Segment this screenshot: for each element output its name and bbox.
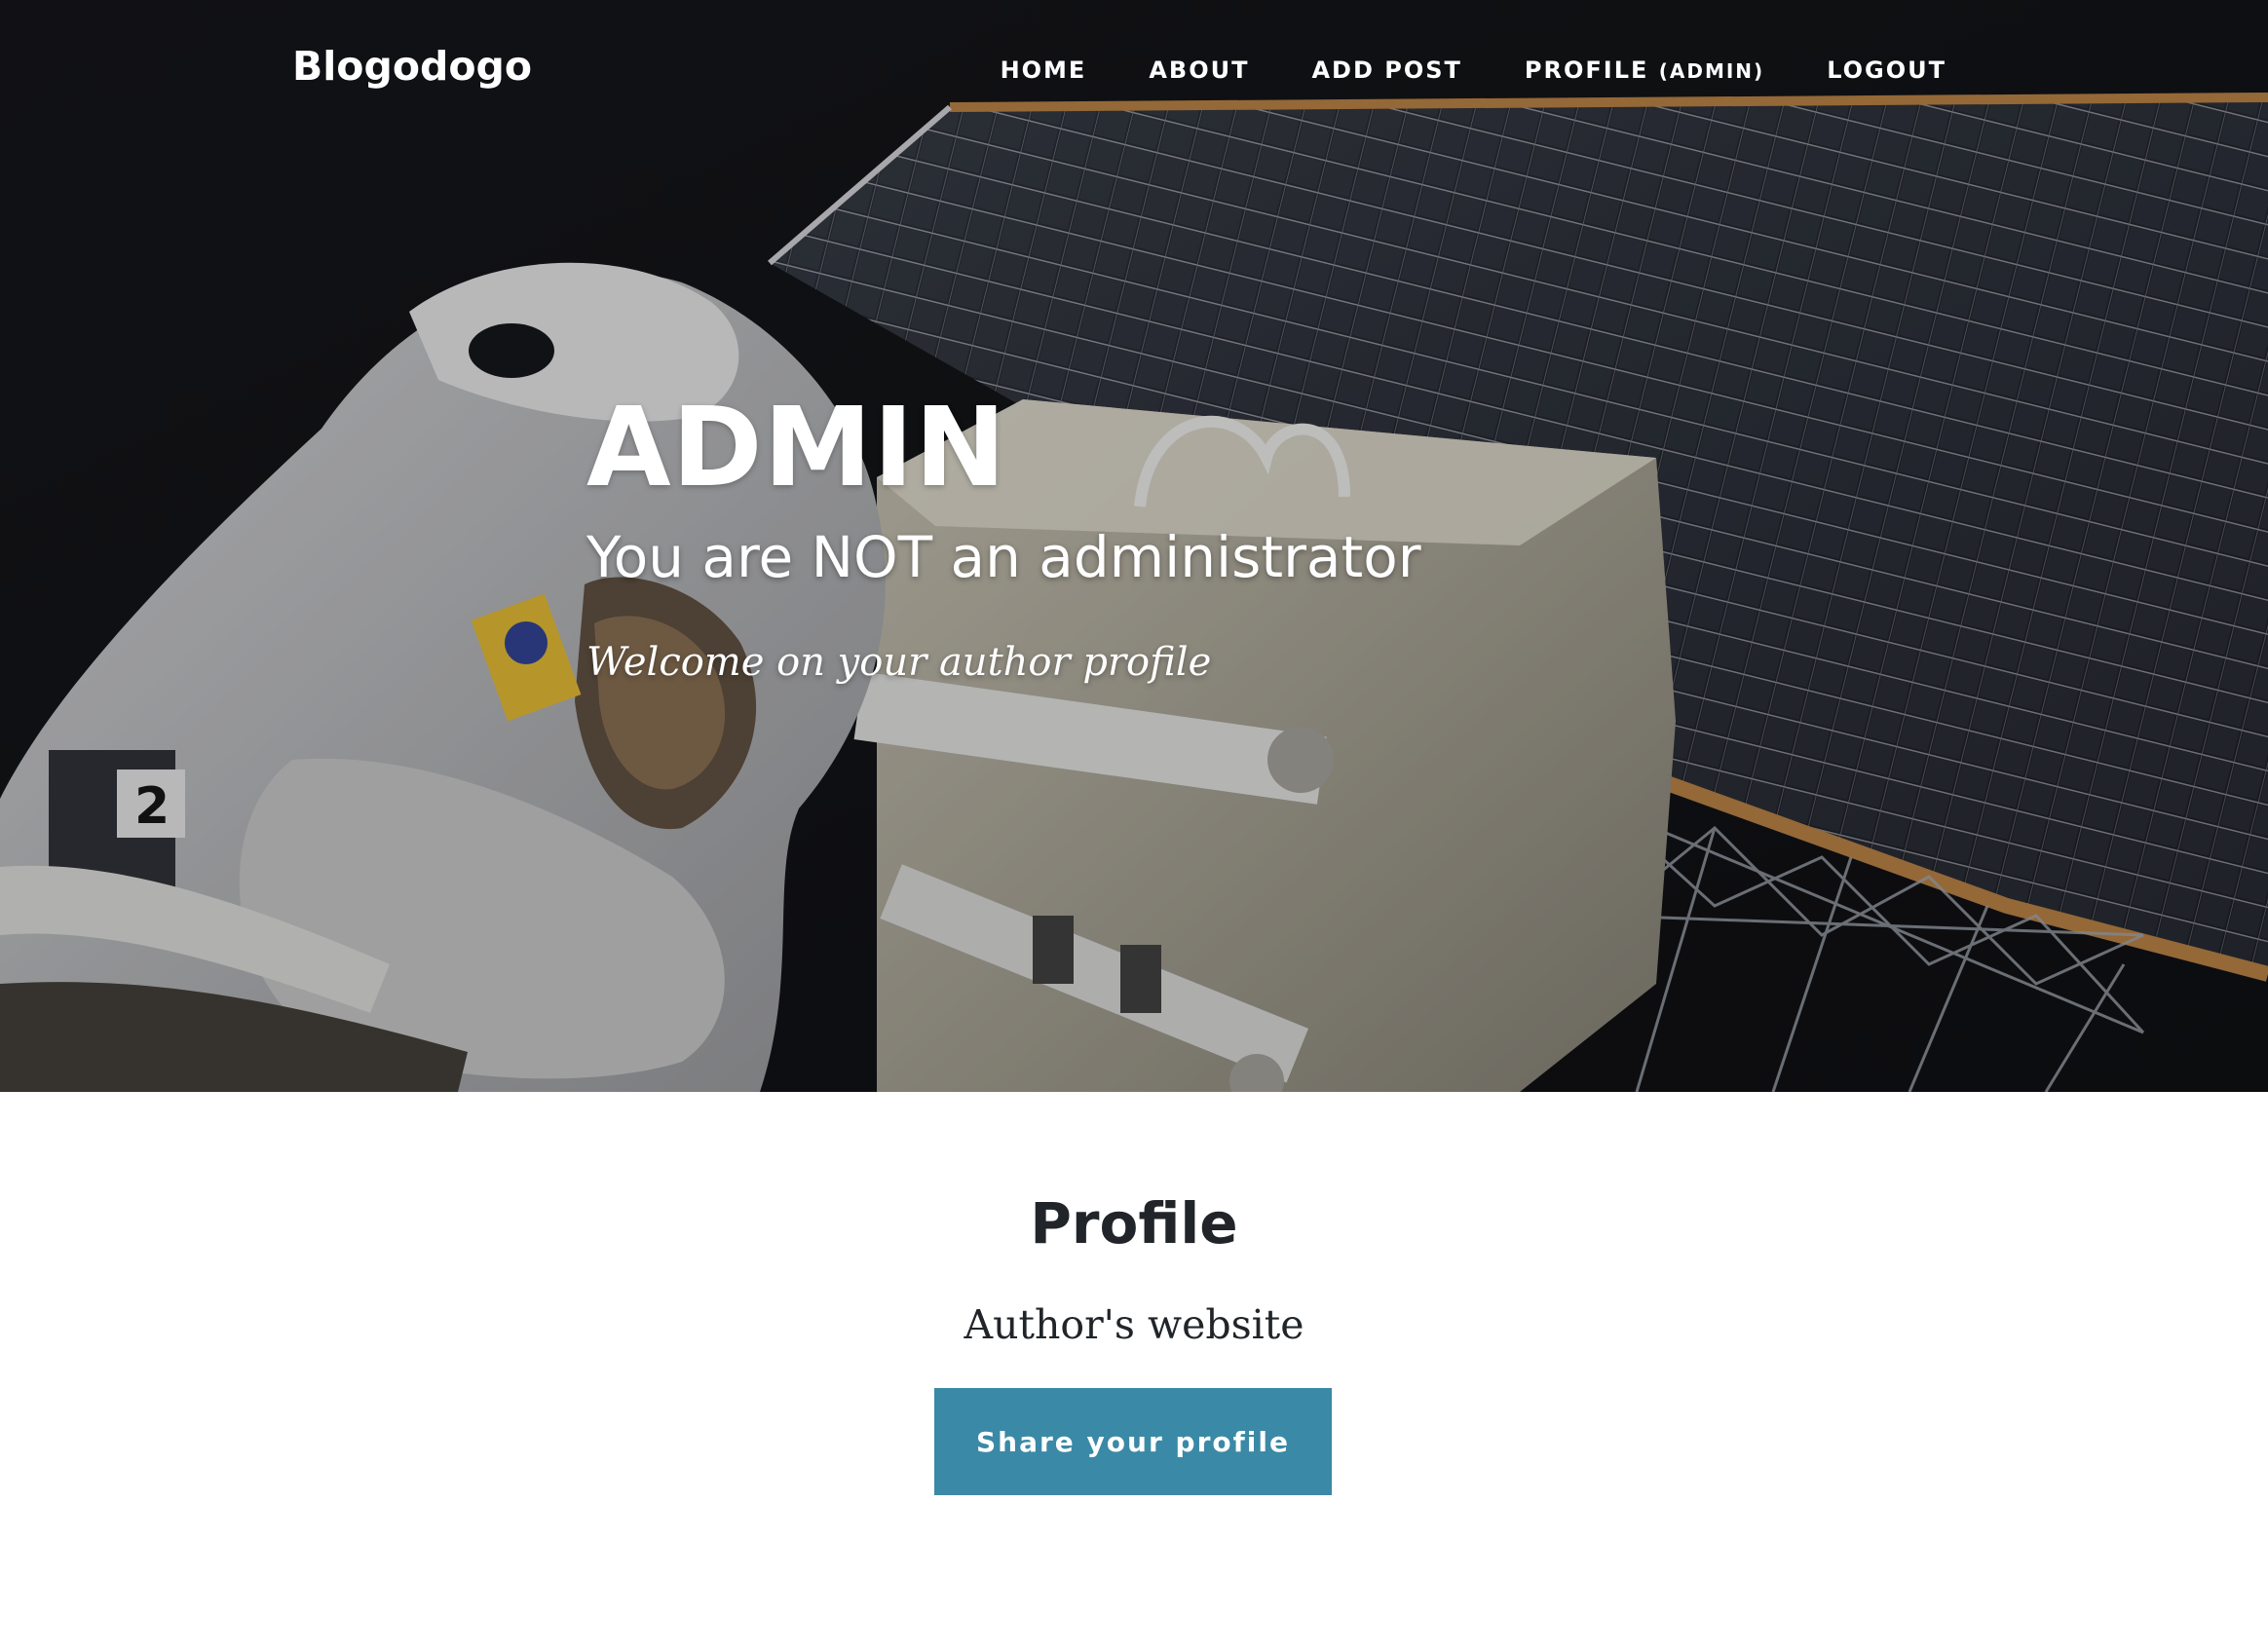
top-navbar: Blogodogo HOME ABOUT ADD POST PROFILE (A… [0, 0, 2268, 141]
brand-logo-link[interactable]: Blogodogo [292, 43, 532, 90]
nav-profile-link[interactable]: PROFILE (ADMIN) [1525, 56, 1764, 84]
nav-add-post-link[interactable]: ADD POST [1311, 56, 1461, 84]
share-profile-button[interactable]: Share your profile [934, 1388, 1332, 1495]
hero-section: 2 Blogodogo HOME ABOUT ADD POST PROFILE … [0, 0, 2268, 1092]
nav-home-link[interactable]: HOME [1001, 56, 1087, 84]
nav-links: HOME ABOUT ADD POST PROFILE (ADMIN) LOGO… [1001, 56, 1947, 84]
nav-profile-label: PROFILE [1524, 56, 1649, 84]
profile-heading: Profile [1030, 1190, 1238, 1257]
hero-title: ADMIN [586, 385, 1007, 511]
hero-meta: Welcome on your author profile [586, 640, 1212, 685]
nav-logout-link[interactable]: LOGOUT [1827, 56, 1947, 84]
hero-subtitle: You are NOT an administrator [586, 524, 1421, 590]
hero-heading-block: ADMIN You are NOT an administrator Welco… [586, 385, 1421, 687]
author-website-link[interactable]: Author's website [0, 1298, 2268, 1351]
nav-about-link[interactable]: ABOUT [1149, 56, 1249, 84]
nav-profile-role: (ADMIN) [1658, 59, 1765, 83]
svg-text:2: 2 [134, 777, 170, 836]
profile-content: Profile Author's website Share your prof… [0, 1092, 2268, 1652]
